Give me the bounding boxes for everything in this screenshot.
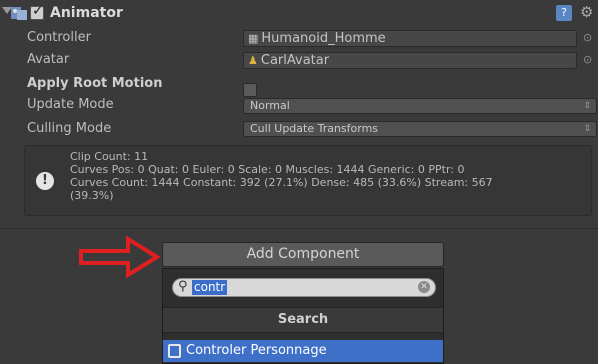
update-mode-value: Normal xyxy=(250,99,290,112)
clear-x-icon[interactable]: ✕ xyxy=(418,281,430,293)
avatar-figure-icon: ♟ xyxy=(248,54,258,67)
red-arrow-icon xyxy=(79,236,160,278)
section-divider xyxy=(0,228,598,229)
search-section-header: Search xyxy=(163,307,443,333)
info-line-stream-percent: (39.3%) xyxy=(70,189,114,202)
gear-icon[interactable]: ⚙ xyxy=(580,3,593,21)
avatar-value: CarlAvatar xyxy=(260,53,330,68)
component-title: Animator xyxy=(50,5,123,21)
apply-root-motion-label: Apply Root Motion xyxy=(27,76,163,91)
magnifier-icon: ⚲ xyxy=(178,279,188,294)
animator-icon xyxy=(11,7,27,20)
dropdown-arrow-icon: ⇕ xyxy=(583,124,591,134)
update-mode-label: Update Mode xyxy=(27,97,114,112)
info-line-curves-count: Curves Count: 1444 Constant: 392 (27.1%)… xyxy=(70,176,493,189)
search-result-label[interactable]: Controler Personnage xyxy=(186,340,327,362)
update-mode-dropdown[interactable]: Normal ⇕ xyxy=(243,98,597,114)
help-book-icon[interactable]: ? xyxy=(556,5,572,21)
avatar-label: Avatar xyxy=(27,52,70,67)
controller-field[interactable]: ▦ Humanoid_Homme xyxy=(243,30,577,47)
info-line-curves-pos: Curves Pos: 0 Quat: 0 Euler: 0 Scale: 0 … xyxy=(70,163,465,176)
avatar-field[interactable]: ♟ CarlAvatar xyxy=(243,52,577,69)
object-picker-icon[interactable]: ⊙ xyxy=(583,53,592,66)
object-picker-icon[interactable]: ⊙ xyxy=(583,31,592,44)
controller-label: Controller xyxy=(27,30,91,45)
culling-mode-value: Cull Update Transforms xyxy=(250,122,379,135)
culling-mode-dropdown[interactable]: Cull Update Transforms ⇕ xyxy=(243,121,597,137)
checkmark-icon: ✓ xyxy=(32,3,44,19)
script-file-icon-inner xyxy=(170,346,179,356)
culling-mode-label: Culling Mode xyxy=(27,121,112,136)
info-line-clip-count: Clip Count: 11 xyxy=(70,150,149,163)
exclamation-icon: ! xyxy=(36,172,54,190)
dropdown-arrow-icon: ⇕ xyxy=(583,101,591,111)
animator-controller-icon: ▦ xyxy=(248,32,259,45)
controller-value: Humanoid_Homme xyxy=(261,31,386,46)
search-query-text[interactable]: contr xyxy=(192,280,228,295)
apply-root-motion-toggle[interactable] xyxy=(243,83,257,97)
add-component-button[interactable]: Add Component xyxy=(162,242,444,267)
